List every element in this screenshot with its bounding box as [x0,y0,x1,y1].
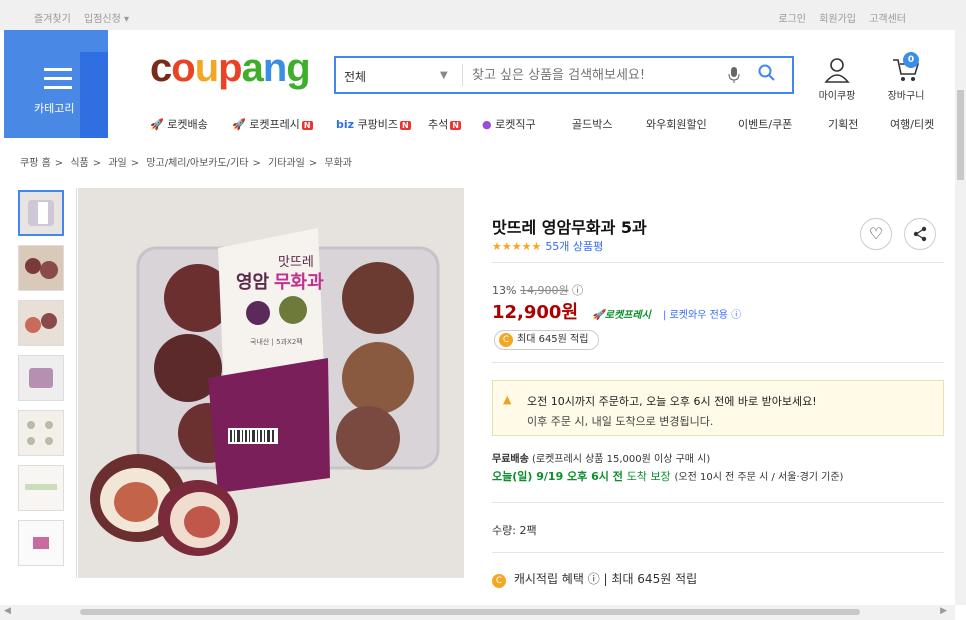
search-icon[interactable] [758,64,776,87]
info-icon[interactable]: ⓘ [572,284,583,297]
nav-rocket-fresh[interactable]: 🚀 로켓프레시 N [232,116,313,132]
discount-rate: 13% [492,284,517,297]
nav-events-coupons[interactable]: 이벤트/쿠폰 [738,116,792,132]
chevron-down-icon: ▼ [440,70,448,81]
package-sub-text: 국내산 | 5과X2팩 [250,337,303,346]
product-rating: ★★★★★ 55개 상품평 [492,238,603,254]
package-name-text: 영암 [236,272,270,293]
coin-icon: C [499,333,513,347]
breadcrumb-fig[interactable]: 무화과 [324,158,352,169]
nav-promotions[interactable]: 기획전 [828,116,858,132]
category-label: 카테고리 [34,102,75,115]
breadcrumb-fruit[interactable]: 과일 [108,158,126,169]
cash-reward-info: C 캐시적립 혜택 ⓘ | 최대 645원 적립 [492,570,697,588]
bookmark-link[interactable]: 즐겨찾기 [34,14,71,25]
breadcrumb: 쿠팡 홈 > 식품 > 과일 > 망고/체리/아보카도/기타 > 기타과일 > 무화과 [20,158,353,169]
info-icon[interactable]: ⓘ [731,310,741,321]
nav-coupang-biz[interactable]: biz 쿠팡비즈 N [336,116,411,132]
nav-travel-tickets[interactable]: 여행/티켓 [890,116,934,132]
nav-chuseok[interactable]: 추석 N [428,116,461,132]
review-count-link[interactable]: 55개 상품평 [545,240,603,253]
product-thumbnail[interactable] [18,520,64,566]
hamburger-icon [44,68,72,95]
share-icon [913,226,927,242]
product-thumbnail[interactable] [18,410,64,456]
nav-rocket-global[interactable]: ● 로켓직구 [482,116,536,132]
rocket-fresh-badge: 🚀로켓프레시 [592,310,651,321]
vertical-scrollbar[interactable] [955,30,966,605]
my-coupang-button[interactable]: 마이쿠팡 [812,56,862,102]
price-row: 12,900원 🚀로켓프레시 | 로켓와우 전용 ⓘ [492,298,741,324]
product-thumbnail[interactable] [18,465,64,511]
customer-center-link[interactable]: 고객센터 [869,14,906,25]
shipping-fee-info: 무료배송 (로켓프레시 상품 15,000원 이상 구매 시) [492,454,711,465]
breadcrumb-other-fruit[interactable]: 기타과일 [268,158,305,169]
cart-count-badge: 0 [903,52,919,68]
warning-icon: ▲ [503,393,512,406]
favorite-button[interactable]: ♡ [860,218,892,250]
breadcrumb-home[interactable]: 쿠팡 홈 [20,158,51,169]
info-icon[interactable]: ⓘ [588,572,600,586]
product-title: 맛뜨레 영암무화과 5과 [492,218,647,237]
product-thumbnail[interactable] [18,190,64,236]
reward-badge[interactable]: C 최대 645원 적립 [494,330,600,350]
share-button[interactable] [904,218,936,250]
my-coupang-label: 마이쿠팡 [818,91,856,102]
login-link[interactable]: 로그인 [778,14,806,25]
sale-price: 12,900원 [492,302,579,323]
rocket-icon: 🚀 [232,118,246,131]
top-utility-bar: 즐겨찾기 입점신청 ▾ 로그인 회원가입 고객센터 [0,0,966,30]
quantity-label: 수량: 2팩 [492,524,537,537]
heart-icon: ♡ [868,224,884,243]
discount-info: 13% 14,900원 ⓘ [492,282,583,298]
breadcrumb-mango[interactable]: 망고/체리/아보카도/기타 [146,158,248,169]
breadcrumb-food[interactable]: 식품 [70,158,88,169]
cart-label: 장바구니 [887,91,925,102]
globe-icon: ● [482,118,492,131]
nav-rocket-delivery[interactable]: 🚀 로켓배송 [150,116,208,132]
search-input[interactable] [472,64,722,86]
user-icon [824,58,850,83]
delivery-notice: ▲ 오전 10시까지 주문하고, 오늘 오후 6시 전에 바로 받아보세요! 이… [492,380,944,436]
package-name-pink-text: 무화과 [274,272,324,293]
coupang-logo[interactable]: coupang [150,46,311,91]
notice-line-1: 오전 10시까지 주문하고, 오늘 오후 6시 전에 바로 받아보세요! [527,395,817,408]
signup-link[interactable]: 회원가입 [819,14,856,25]
rocket-icon: 🚀 [592,310,605,321]
original-price: 14,900원 [519,284,569,297]
seller-apply-link[interactable]: 입점신청 ▾ [84,14,129,25]
product-thumbnail[interactable] [18,355,64,401]
product-thumbnail[interactable] [18,300,64,346]
package-brand-text: 맛뜨레 [278,255,314,270]
horizontal-scrollbar[interactable]: ◀ ▶ [0,605,955,620]
category-menu-tab [80,52,108,138]
search-bar: 전체 ▼ [334,56,794,94]
wow-only-label: | 로켓와우 전용 ⓘ [663,310,742,321]
star-rating-icon: ★★★★★ [492,240,542,253]
arrival-date-info: 오늘(일) 9/19 오후 6시 전 도착 보장 (오전 10시 전 주문 시 … [492,470,844,483]
product-main-image: 맛뜨레 영암 무화과 국내산 | 5과X2팩 [78,188,464,578]
notice-line-2: 이후 주문 시, 내일 도착으로 변경됩니다. [527,415,714,428]
nav-wow-discount[interactable]: 와우회원할인 [646,116,707,132]
coin-icon: C [492,574,506,588]
product-thumbnail[interactable] [18,245,64,291]
thumbnail-list [18,190,66,575]
microphone-icon[interactable] [728,66,740,88]
nav-goldbox[interactable]: 골드박스 [572,116,612,132]
rocket-icon: 🚀 [150,118,164,131]
search-category-select[interactable]: 전체 [344,68,454,85]
